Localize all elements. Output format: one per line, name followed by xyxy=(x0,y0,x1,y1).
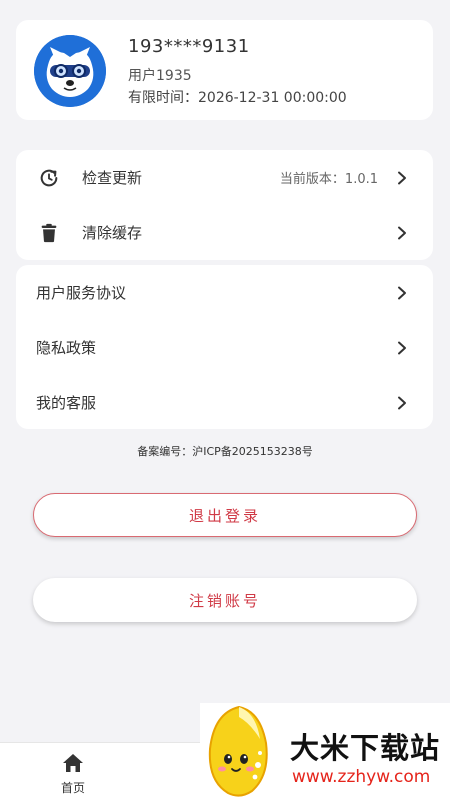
user-phone: 193****9131 xyxy=(128,36,250,57)
cancel-account-button[interactable]: 注销账号 xyxy=(33,578,417,622)
logout-button[interactable]: 退出登录 xyxy=(33,493,417,537)
chevron-right-icon xyxy=(398,396,406,409)
clear-cache-label: 清除缓存 xyxy=(82,224,143,242)
home-icon xyxy=(63,754,83,772)
site-watermark: 大米下载站 www.zzhyw.com xyxy=(200,703,450,800)
watermark-url: www.zzhyw.com xyxy=(292,767,431,787)
chevron-right-icon xyxy=(398,226,406,239)
tab-home-label: 首页 xyxy=(60,781,85,795)
icp-filing-number: 备案编号：沪ICP备2025153238号 xyxy=(137,445,313,458)
profile-card[interactable]: 193****9131 用户1935 有限时间：2026-12-31 00:00… xyxy=(16,20,433,120)
trash-icon xyxy=(41,223,57,242)
customer-service-row[interactable]: 我的客服 xyxy=(16,375,433,430)
expire-time: 有限时间：2026-12-31 00:00:00 xyxy=(128,90,347,106)
user-name: 用户1935 xyxy=(128,68,192,84)
raccoon-avatar-icon xyxy=(34,35,106,107)
user-agreement-row[interactable]: 用户服务协议 xyxy=(16,265,433,320)
watermark-title: 大米下载站 xyxy=(290,731,441,765)
tab-home[interactable]: 首页 xyxy=(48,753,98,796)
refresh-clock-icon xyxy=(40,169,58,186)
settings-card: 检查更新 当前版本：1.0.1 清除缓存 xyxy=(16,150,433,260)
rice-mascot-logo xyxy=(208,705,268,797)
links-card: 用户服务协议 隐私政策 我的客服 xyxy=(16,265,433,429)
check-update-row[interactable]: 检查更新 当前版本：1.0.1 xyxy=(16,150,433,205)
privacy-policy-row[interactable]: 隐私政策 xyxy=(16,320,433,375)
clear-cache-row[interactable]: 清除缓存 xyxy=(16,205,433,260)
avatar[interactable] xyxy=(34,35,106,107)
user-agreement-label: 用户服务协议 xyxy=(36,284,127,302)
privacy-policy-label: 隐私政策 xyxy=(36,339,97,357)
chevron-right-icon xyxy=(398,171,406,184)
check-update-label: 检查更新 xyxy=(82,169,143,187)
customer-service-label: 我的客服 xyxy=(36,394,97,412)
chevron-right-icon xyxy=(398,341,406,354)
chevron-right-icon xyxy=(398,286,406,299)
current-version: 当前版本：1.0.1 xyxy=(279,172,378,187)
